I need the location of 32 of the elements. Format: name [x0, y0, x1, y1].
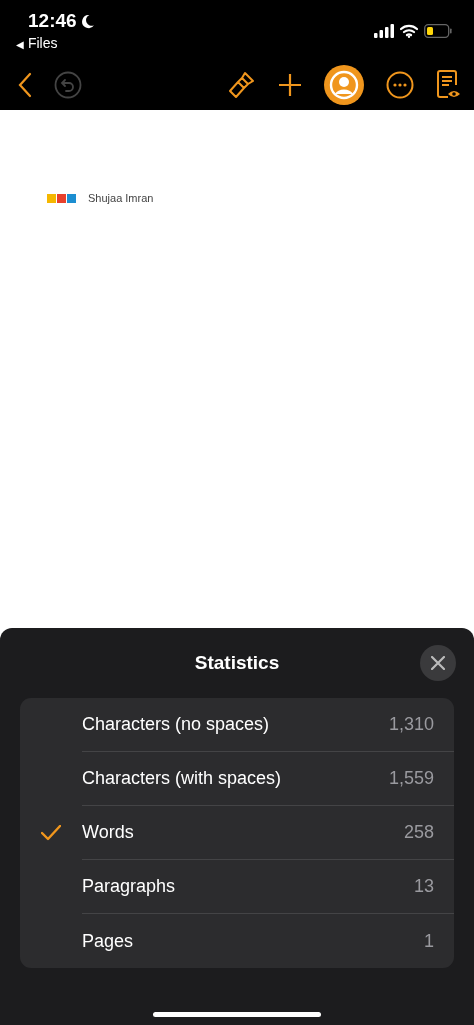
reader-view-button[interactable] [436, 69, 462, 101]
statistic-value: 258 [403, 822, 434, 843]
statistic-value: 1,559 [388, 768, 434, 789]
back-to-files-link[interactable]: ◀ Files [16, 35, 95, 51]
statistic-label: Paragraphs [82, 876, 176, 897]
statistic-label: Words [82, 822, 134, 843]
signal-icon [374, 24, 394, 38]
paintbrush-button[interactable] [228, 70, 256, 100]
statistic-value: 1,310 [388, 714, 434, 735]
wifi-icon [400, 24, 418, 38]
statistic-value: 1 [424, 930, 434, 952]
moon-icon [79, 13, 95, 29]
author-name: Shujaa Imran [88, 192, 154, 204]
close-icon [431, 656, 445, 670]
statistic-value: 13 [413, 876, 434, 897]
statistic-label: Characters (no spaces) [82, 714, 270, 735]
close-button[interactable] [420, 645, 456, 681]
add-button[interactable] [278, 73, 302, 97]
statistic-row[interactable]: Pages 1 [20, 914, 454, 968]
battery-icon [424, 24, 452, 38]
statistic-label: Characters (with spaces) [82, 768, 282, 789]
statistic-label: Pages [82, 930, 134, 952]
logo-icon [47, 193, 76, 203]
statistic-row[interactable]: Characters (no spaces) 1,310 [20, 698, 454, 752]
statistic-row[interactable]: Paragraphs 13 [20, 860, 454, 914]
back-button[interactable] [18, 72, 32, 98]
status-time: 12:46 [28, 10, 77, 32]
statistic-row[interactable]: Characters (with spaces) 1,559 [20, 752, 454, 806]
sheet-title: Statistics [194, 652, 280, 674]
statistic-row[interactable]: Words 258 [20, 806, 454, 860]
more-button[interactable] [386, 71, 414, 99]
collaborate-button[interactable] [324, 65, 364, 105]
